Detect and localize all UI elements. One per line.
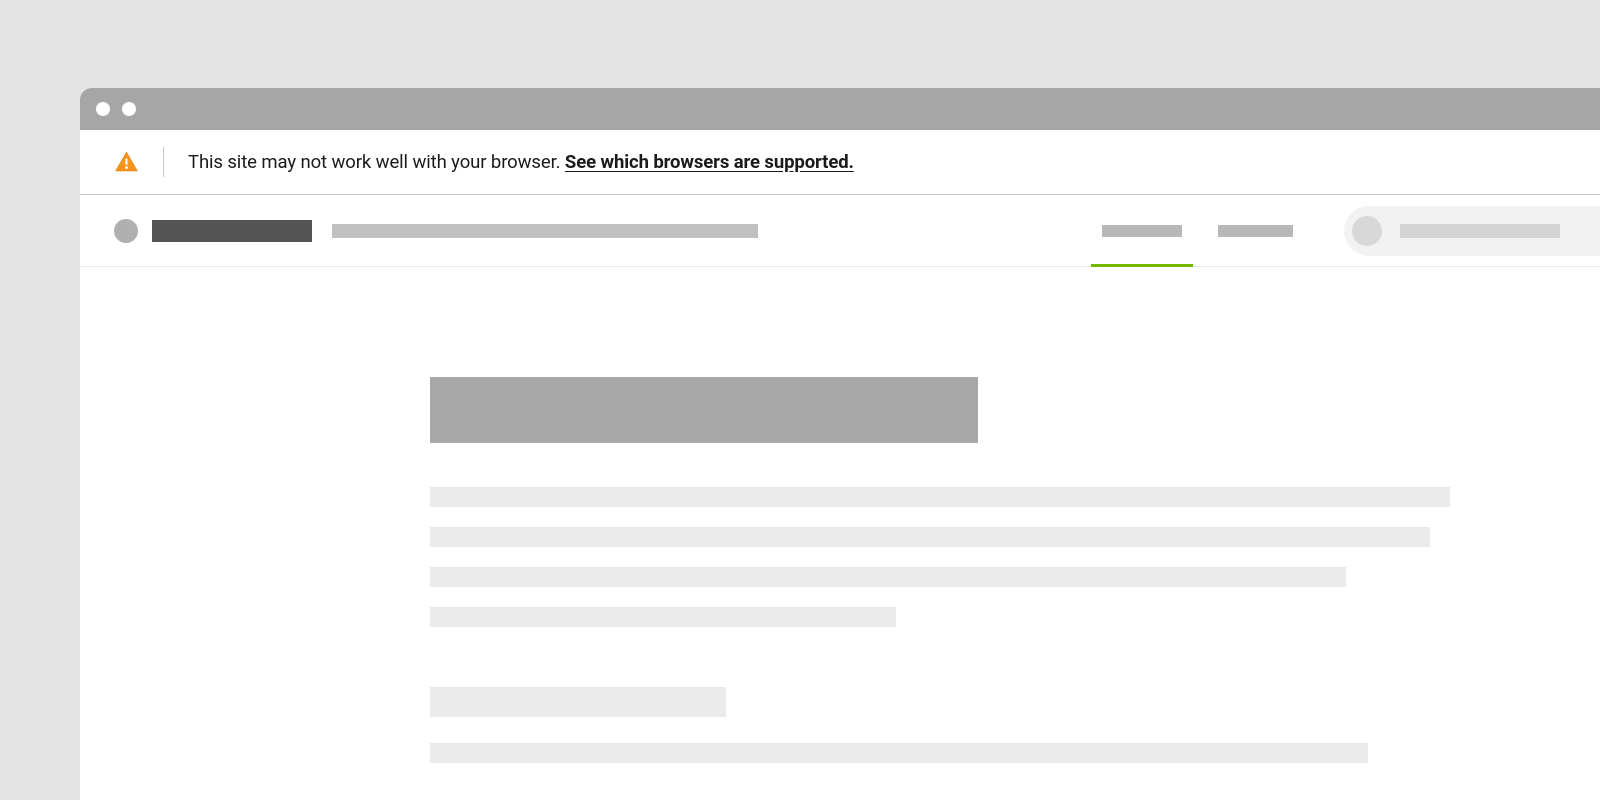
nav-tab-2[interactable]: [1207, 195, 1304, 267]
text-line-placeholder: [430, 743, 1368, 763]
alert-message: This site may not work well with your br…: [188, 151, 854, 173]
window-titlebar: [80, 88, 1600, 130]
window-minimize-button[interactable]: [122, 102, 136, 116]
nav-tab-label-placeholder: [1102, 225, 1182, 237]
site-logo[interactable]: [114, 219, 138, 243]
nav-tab-label-placeholder: [1218, 225, 1293, 237]
user-menu[interactable]: [1344, 206, 1600, 256]
avatar: [1352, 216, 1382, 246]
alert-divider: [163, 147, 164, 177]
site-header: [80, 195, 1600, 267]
supported-browsers-link[interactable]: See which browsers are supported.: [565, 151, 854, 173]
page-heading-placeholder: [430, 377, 978, 443]
page-content: [80, 267, 1600, 763]
section-placeholder: [430, 687, 1600, 763]
text-line-placeholder: [430, 487, 1450, 507]
warning-icon: [114, 150, 139, 174]
paragraph-placeholder: [430, 487, 1600, 627]
text-line-placeholder: [430, 567, 1346, 587]
browser-compat-alert: This site may not work well with your br…: [80, 130, 1600, 195]
alert-message-text: This site may not work well with your br…: [188, 151, 565, 173]
browser-window: This site may not work well with your br…: [80, 88, 1600, 800]
window-close-button[interactable]: [96, 102, 110, 116]
nav-tab-1[interactable]: [1091, 195, 1193, 267]
text-line-placeholder: [430, 607, 896, 627]
text-line-placeholder: [430, 527, 1430, 547]
site-title-placeholder: [152, 220, 312, 242]
user-name-placeholder: [1400, 224, 1560, 238]
site-subtitle-placeholder: [332, 224, 758, 238]
subheading-placeholder: [430, 687, 726, 717]
